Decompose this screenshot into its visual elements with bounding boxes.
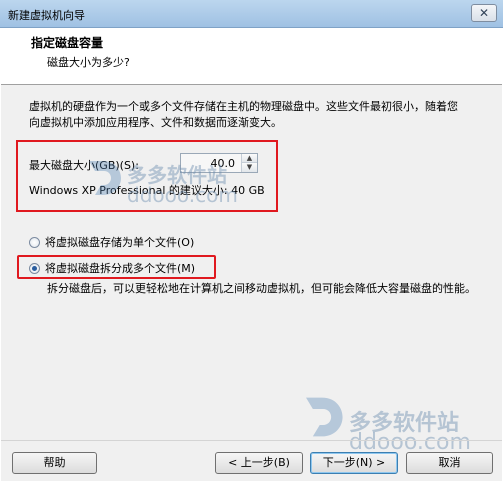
cancel-button[interactable]: 取消 xyxy=(406,452,493,474)
radio-split-files[interactable]: 将虚拟磁盘拆分成多个文件(M) xyxy=(29,260,195,276)
watermark-logo-icon xyxy=(89,161,121,195)
spin-down-icon[interactable]: ▼ xyxy=(241,163,257,172)
radio-single-file[interactable]: 将虚拟磁盘存储为单个文件(O) xyxy=(29,234,194,250)
radio-single-label[interactable]: 将虚拟磁盘存储为单个文件(O) xyxy=(45,234,194,250)
radio-single-indicator[interactable] xyxy=(29,236,40,248)
spin-up-icon[interactable]: ▲ xyxy=(241,154,257,163)
page-title: 指定磁盘容量 xyxy=(31,36,104,50)
close-icon[interactable]: ✕ xyxy=(471,4,497,22)
wizard-header: 指定磁盘容量 磁盘大小为多少? xyxy=(1,28,502,85)
back-button[interactable]: < 上一步(B) xyxy=(215,452,303,474)
wizard-body: 虚拟机的硬盘作为一个或多个文件存储在主机的物理磁盘中。这些文件最初很小，随着您向… xyxy=(1,85,502,481)
next-button[interactable]: 下一步(N) > xyxy=(310,452,398,474)
disk-description: 虚拟机的硬盘作为一个或多个文件存储在主机的物理磁盘中。这些文件最初很小，随着您向… xyxy=(29,100,458,129)
page-subtitle: 磁盘大小为多少? xyxy=(47,56,130,69)
window-title: 新建虚拟机向导 xyxy=(8,9,85,22)
watermark-logo-icon xyxy=(306,397,343,437)
help-button[interactable]: 帮助 xyxy=(12,452,97,474)
title-bar: 新建虚拟机向导 ✕ xyxy=(0,0,503,28)
radio-split-indicator[interactable] xyxy=(29,262,40,274)
split-description: 拆分磁盘后，可以更轻松地在计算机之间移动虚拟机，但可能会降低大容量磁盘的性能。 xyxy=(47,282,476,295)
button-divider xyxy=(1,440,502,441)
watermark-domain: ddooo.com xyxy=(127,183,238,207)
radio-split-label[interactable]: 将虚拟磁盘拆分成多个文件(M) xyxy=(45,260,195,276)
